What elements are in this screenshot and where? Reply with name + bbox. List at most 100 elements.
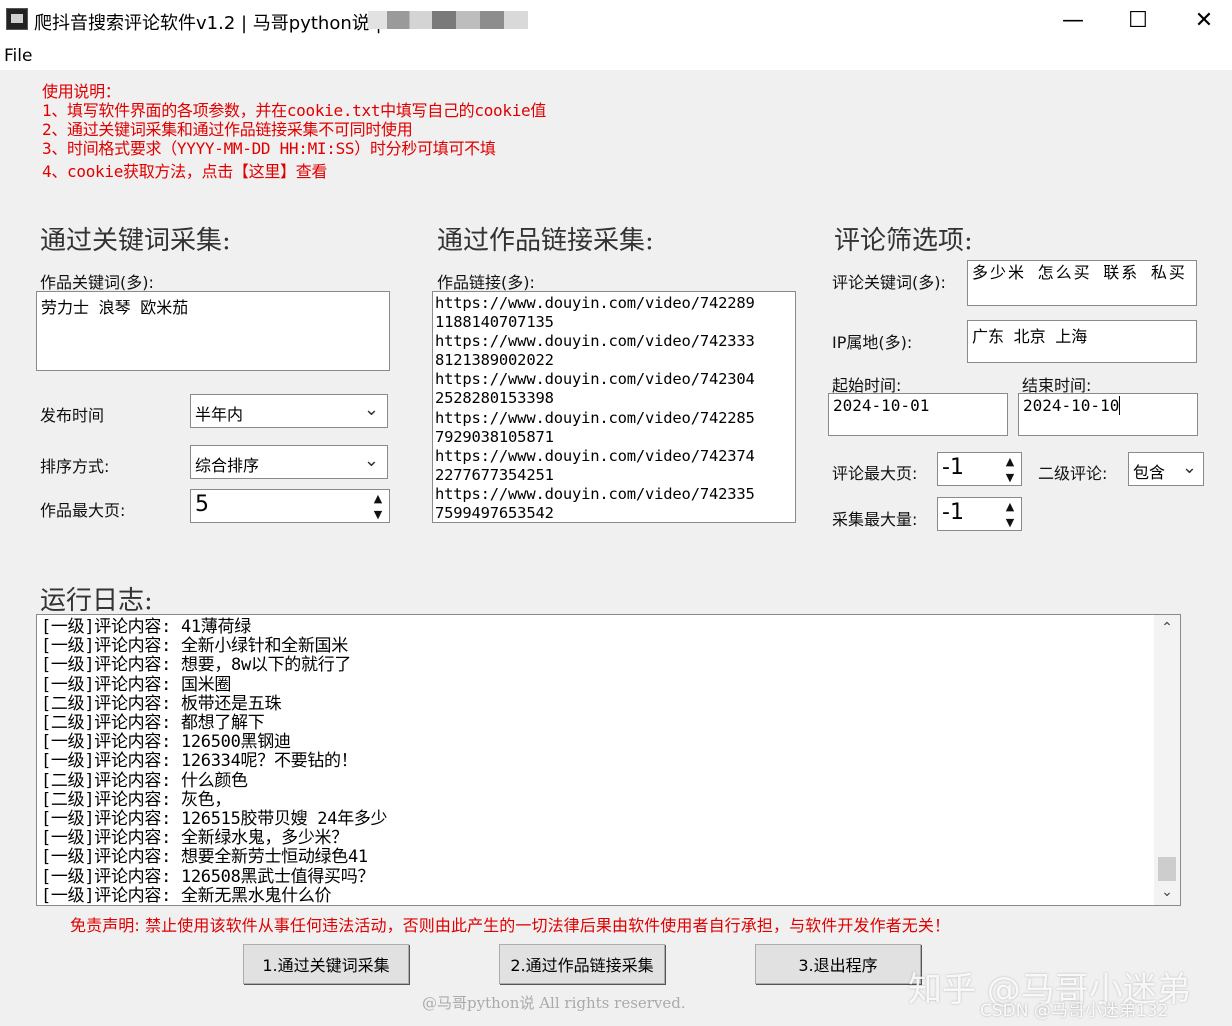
- instruction-line: 3、时间格式要求（YYYY-MM-DD HH:MI:SS）时分秒可填可不填: [42, 139, 496, 158]
- log-line: [二级]评论内容: 灰色，: [41, 789, 232, 810]
- link-line: https://www.douyin.com/video/742333: [435, 332, 755, 351]
- max-count-value: -1: [942, 500, 964, 525]
- link-collect-button[interactable]: 2.通过作品链接采集: [499, 944, 665, 984]
- scroll-up-icon[interactable]: ⌃: [1154, 615, 1180, 641]
- end-time-input[interactable]: 2024-10-10: [1018, 393, 1198, 436]
- log-line: [一级]评论内容: 41薄荷绿: [41, 617, 251, 637]
- log-content: [一级]评论内容: 41薄荷绿 [一级]评论内容: 全新小绿针和全新国米 [一级]评…: [41, 617, 388, 906]
- max-page-spinner[interactable]: 5 ▲ ▼: [190, 489, 390, 523]
- chevron-down-icon: ⌄: [1181, 457, 1197, 478]
- minimize-icon: —: [1062, 7, 1084, 33]
- comment-keywords-value: 多少米 怎么买 联系 私买: [972, 263, 1187, 282]
- second-level-select[interactable]: 包含 ⌄: [1128, 452, 1204, 486]
- second-level-label: 二级评论:: [1038, 464, 1108, 483]
- spin-down-icon[interactable]: ▼: [369, 506, 387, 522]
- log-title: 运行日志:: [40, 586, 153, 616]
- menu-bar: [0, 40, 1232, 70]
- copyright-footer: @马哥python说 All rights reserved.: [422, 994, 686, 1012]
- instruction-line: 1、填写软件界面的各项参数，并在cookie.txt中填写自己的cookie值: [42, 101, 547, 120]
- log-line: [一级]评论内容: 126508黑武士值得买吗？: [41, 866, 375, 887]
- log-line: [一级]评论内容: 126334呢？不要钻的！: [41, 751, 358, 772]
- link-line: https://www.douyin.com/video/742304: [435, 370, 755, 389]
- links-label: 作品链接(多):: [437, 273, 535, 292]
- start-time-input[interactable]: 2024-10-01: [828, 393, 1008, 436]
- maximize-button[interactable]: ☐: [1105, 0, 1171, 40]
- app-icon: [6, 8, 28, 30]
- filter-section-title: 评论筛选项:: [834, 226, 973, 256]
- instruction-cookie-link[interactable]: 4、cookie获取方法，点击【这里】查看: [42, 162, 327, 181]
- log-line: [二级]评论内容: 都想了解下: [41, 713, 265, 734]
- end-time-value: 2024-10-10: [1023, 396, 1120, 415]
- link-line: 7599497653542: [435, 504, 554, 523]
- minimize-button[interactable]: —: [1040, 0, 1106, 40]
- sort-label: 排序方式:: [40, 457, 110, 476]
- log-line: [一级]评论内容: 想要，8w以下的就行了: [41, 655, 352, 676]
- scroll-down-icon[interactable]: ⌄: [1154, 879, 1180, 905]
- log-line: [一级]评论内容: 全新绿水鬼，多少米？: [41, 828, 348, 849]
- log-line: [一级]评论内容: 想要全新劳士恒动绿色41: [41, 847, 368, 868]
- instruction-line: 2、通过关键词采集和通过作品链接采集不可同时使用: [42, 120, 413, 139]
- close-icon: ✕: [1194, 7, 1214, 33]
- link-line: 2528280153398: [435, 389, 554, 408]
- spin-up-icon[interactable]: ▲: [1001, 498, 1019, 514]
- max-count-label: 采集最大量:: [832, 510, 918, 529]
- max-page-value: 5: [195, 492, 209, 517]
- instructions-heading: 使用说明：: [42, 82, 121, 101]
- maximize-icon: ☐: [1128, 7, 1148, 33]
- spin-down-icon[interactable]: ▼: [1001, 514, 1019, 530]
- publish-time-select[interactable]: 半年内 ⌄: [190, 394, 388, 428]
- link-line: 8121389002022: [435, 351, 554, 370]
- log-line: [一级]评论内容: 全新无黑水鬼什么价: [41, 885, 332, 906]
- sort-value: 综合排序: [195, 456, 260, 475]
- scroll-thumb[interactable]: [1158, 857, 1176, 881]
- comment-keywords-input[interactable]: 多少米 怎么买 联系 私买: [967, 260, 1197, 306]
- max-comment-page-value: -1: [942, 455, 964, 480]
- link-line: https://www.douyin.com/video/742289: [435, 294, 755, 312]
- start-time-value: 2024-10-01: [833, 396, 930, 415]
- link-section-title: 通过作品链接采集:: [437, 226, 654, 256]
- keywords-label: 作品关键词(多):: [40, 273, 154, 292]
- csdn-watermark: CSDN @马哥小迷弟132: [980, 1001, 1169, 1021]
- exit-button[interactable]: 3.退出程序: [755, 944, 921, 984]
- log-line: [二级]评论内容: 板带还是五珠: [41, 693, 282, 714]
- text-cursor: [1119, 396, 1121, 415]
- log-scrollbar[interactable]: ⌃ ⌄: [1154, 615, 1180, 905]
- comment-keywords-label: 评论关键词(多):: [832, 273, 946, 292]
- max-comment-page-spinner[interactable]: -1 ▲ ▼: [937, 452, 1022, 486]
- chevron-down-icon: ⌄: [363, 399, 379, 420]
- links-content: https://www.douyin.com/video/742289 11881…: [435, 294, 793, 523]
- link-line: https://www.douyin.com/video/742374: [435, 446, 755, 465]
- log-line: [一级]评论内容: 全新小绿针和全新国米: [41, 636, 348, 657]
- keywords-input[interactable]: 劳力士 浪琴 欧米茄: [36, 291, 390, 371]
- ip-input[interactable]: 广东 北京 上海: [967, 320, 1197, 363]
- link-line: 7929038105871: [435, 427, 554, 446]
- max-page-label: 作品最大页:: [40, 501, 126, 520]
- spin-down-icon[interactable]: ▼: [1001, 469, 1019, 485]
- log-line: [一级]评论内容: 国米圈: [41, 674, 232, 695]
- log-line: [一级]评论内容: 126515胶带贝嫂 24年多少: [41, 809, 388, 830]
- log-line: [一级]评论内容: 126500黑钢迪: [41, 732, 291, 753]
- publish-time-label: 发布时间: [40, 406, 105, 425]
- publish-time-value: 半年内: [195, 405, 244, 424]
- keyword-section-title: 通过关键词采集:: [40, 226, 231, 256]
- close-button[interactable]: ✕: [1171, 0, 1232, 40]
- spin-up-icon[interactable]: ▲: [1001, 453, 1019, 469]
- max-count-spinner[interactable]: -1 ▲ ▼: [937, 497, 1022, 531]
- redacted-title-area: [368, 11, 528, 29]
- link-line: https://www.douyin.com/video/742285: [435, 408, 755, 427]
- keywords-input-value: 劳力士 浪琴 欧米茄: [41, 298, 189, 317]
- log-line: [二级]评论内容: 什么颜色: [41, 770, 248, 791]
- log-textarea[interactable]: [一级]评论内容: 41薄荷绿 [一级]评论内容: 全新小绿针和全新国米 [一级]评…: [36, 614, 1181, 906]
- window-title: 爬抖音搜索评论软件v1.2 | 马哥python说 |: [34, 13, 382, 34]
- keyword-collect-button[interactable]: 1.通过关键词采集: [243, 944, 409, 984]
- link-line: https://www.douyin.com/video/742335: [435, 484, 755, 503]
- second-level-value: 包含: [1133, 463, 1166, 482]
- ip-label: IP属地(多):: [832, 333, 913, 352]
- max-comment-page-label: 评论最大页:: [832, 464, 918, 483]
- chevron-down-icon: ⌄: [363, 450, 379, 471]
- sort-select[interactable]: 综合排序 ⌄: [190, 445, 388, 479]
- spin-up-icon[interactable]: ▲: [369, 490, 387, 506]
- ip-value: 广东 北京 上海: [972, 327, 1088, 346]
- menu-file[interactable]: File: [4, 46, 32, 66]
- links-textarea[interactable]: https://www.douyin.com/video/742289 11881…: [432, 291, 796, 523]
